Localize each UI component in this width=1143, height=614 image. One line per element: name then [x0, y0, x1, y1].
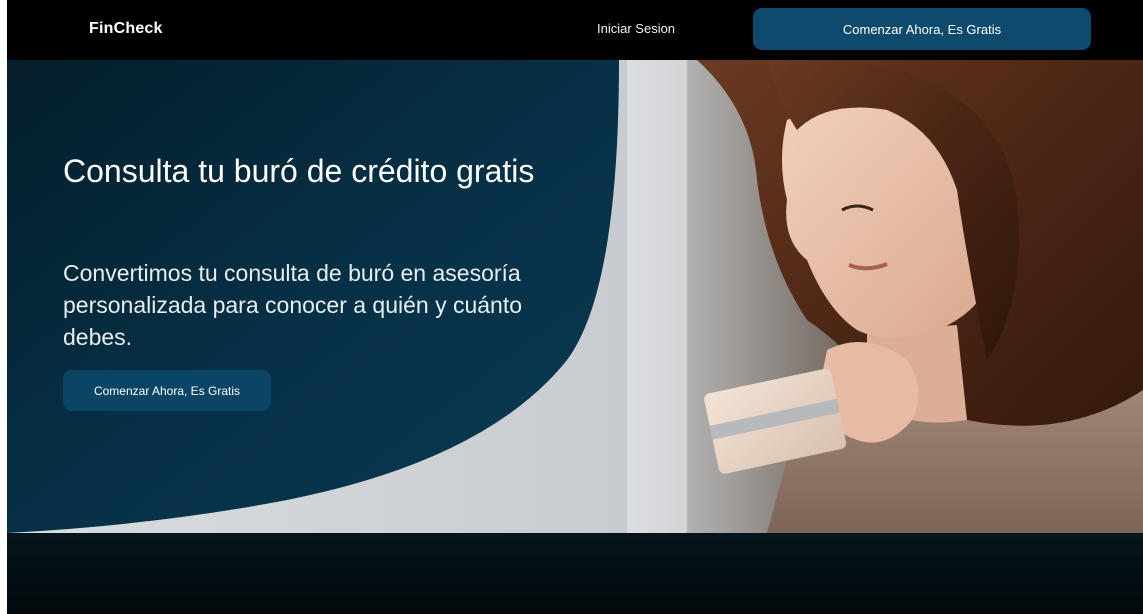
landing-page: FinCheck Iniciar Sesion Comenzar Ahora, … [0, 0, 1143, 614]
hero-section: Consulta tu buró de crédito gratis Conve… [7, 60, 1143, 533]
brand-logo[interactable]: FinCheck [89, 20, 163, 38]
hero-title: Consulta tu buró de crédito gratis [63, 153, 535, 189]
next-section-band [7, 533, 1143, 614]
top-navbar: FinCheck Iniciar Sesion Comenzar Ahora, … [7, 0, 1143, 60]
signup-cta-button[interactable]: Comenzar Ahora, Es Gratis [753, 8, 1091, 50]
hero-cta-button[interactable]: Comenzar Ahora, Es Gratis [63, 370, 271, 411]
hero-subtitle: Convertimos tu consulta de buró en aseso… [63, 260, 523, 350]
login-link[interactable]: Iniciar Sesion [597, 21, 675, 36]
